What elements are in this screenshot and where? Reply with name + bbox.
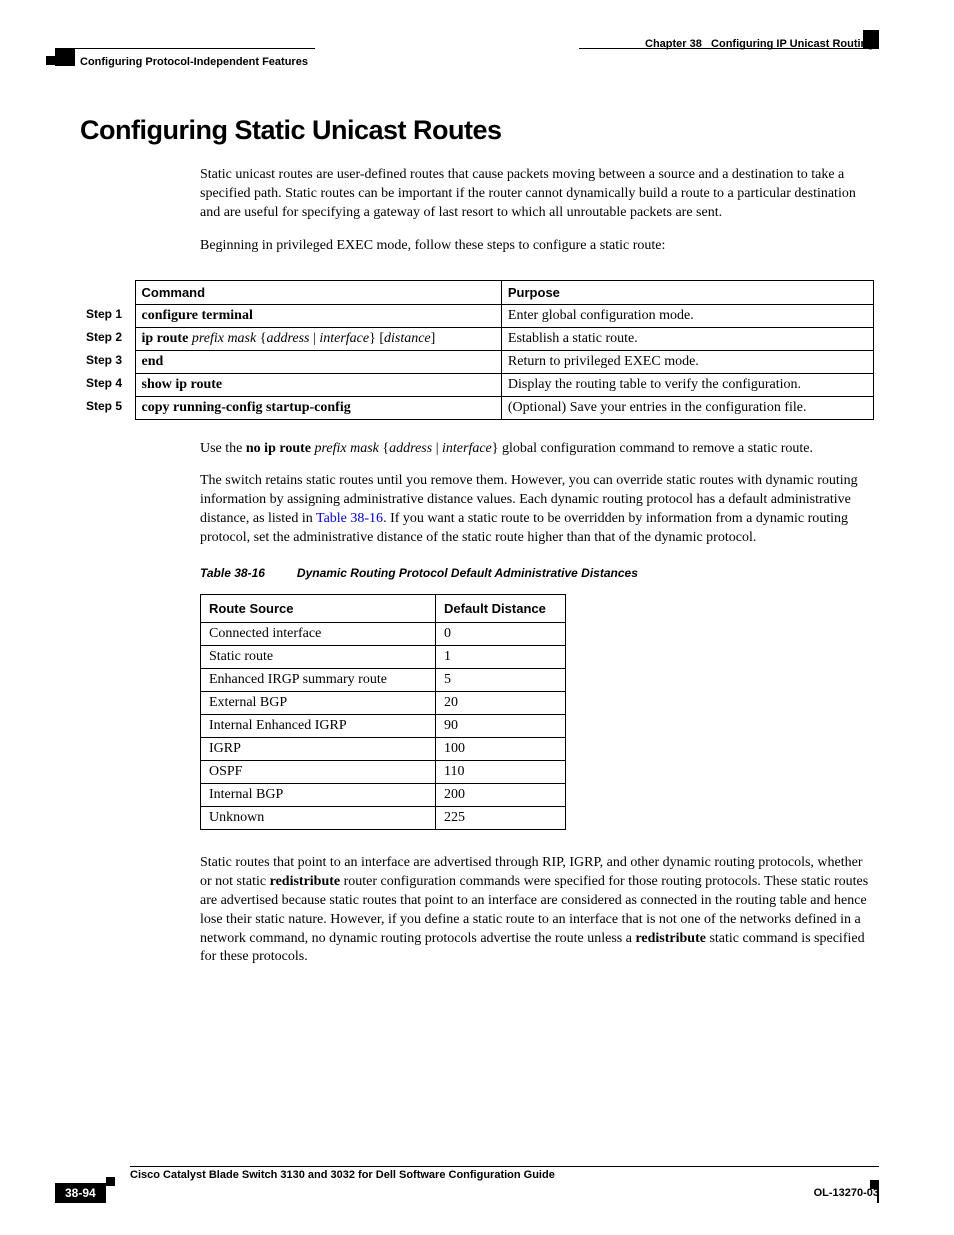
- header-line-left: [75, 48, 315, 49]
- table-row: IGRP100: [201, 738, 566, 761]
- header-section: Configuring Protocol-Independent Feature…: [80, 56, 308, 68]
- table-row: Step 2ip route prefix mask {address | in…: [80, 327, 874, 350]
- page-square-icon: [106, 1177, 115, 1186]
- table-row: Connected interface0: [201, 623, 566, 646]
- command-table-wrap: Command Purpose Step 1configure terminal…: [80, 280, 874, 420]
- command-table: Command Purpose Step 1configure terminal…: [80, 280, 874, 420]
- purpose-cell: (Optional) Save your entries in the conf…: [501, 396, 873, 419]
- route-source-cell: Enhanced IRGP summary route: [201, 669, 436, 692]
- distance-table: Route Source Default Distance Connected …: [200, 594, 566, 830]
- table-row: OSPF110: [201, 761, 566, 784]
- distance-cell: 100: [436, 738, 566, 761]
- route-source-cell: Internal BGP: [201, 784, 436, 807]
- table-row: Step 4show ip routeDisplay the routing t…: [80, 373, 874, 396]
- static-routes-paragraph: Static routes that point to an interface…: [200, 854, 874, 967]
- distance-cell: 225: [436, 807, 566, 830]
- intro-paragraph-1: Static unicast routes are user-defined r…: [200, 166, 874, 223]
- table-row: Step 5copy running-config startup-config…: [80, 396, 874, 419]
- footer-line: [130, 1166, 879, 1167]
- chapter-title: Configuring IP Unicast Routing: [711, 38, 874, 50]
- page-number: 38-94: [55, 1183, 106, 1203]
- command-cell: configure terminal: [135, 304, 501, 327]
- route-source-cell: IGRP: [201, 738, 436, 761]
- content: Configuring Static Unicast Routes Static…: [80, 115, 874, 981]
- chapter-label: Chapter 38: [645, 38, 702, 50]
- table-title: Dynamic Routing Protocol Default Adminis…: [297, 566, 638, 580]
- route-source-header: Route Source: [201, 595, 436, 623]
- purpose-cell: Return to privileged EXEC mode.: [501, 350, 873, 373]
- header-bar-left: [55, 48, 75, 66]
- command-cell: ip route prefix mask {address | interfac…: [135, 327, 501, 350]
- footer-guide-title: Cisco Catalyst Blade Switch 3130 and 303…: [130, 1169, 879, 1181]
- use-no-paragraph: Use the no ip route prefix mask {address…: [200, 440, 874, 459]
- page-title: Configuring Static Unicast Routes: [80, 115, 874, 146]
- distance-cell: 110: [436, 761, 566, 784]
- distance-cell: 90: [436, 715, 566, 738]
- route-source-cell: Connected interface: [201, 623, 436, 646]
- step-label: Step 5: [80, 396, 135, 419]
- route-source-cell: Unknown: [201, 807, 436, 830]
- command-cell: show ip route: [135, 373, 501, 396]
- step-label: Step 3: [80, 350, 135, 373]
- header-square-left: [46, 56, 55, 65]
- header-chapter: Chapter 38 Configuring IP Unicast Routin…: [645, 38, 874, 50]
- step-label: Step 4: [80, 373, 135, 396]
- distance-cell: 1: [436, 646, 566, 669]
- table-number: Table 38-16: [200, 566, 265, 580]
- table-link[interactable]: Table 38-16: [316, 511, 383, 526]
- route-source-cell: External BGP: [201, 692, 436, 715]
- distance-cell: 5: [436, 669, 566, 692]
- retain-paragraph: The switch retains static routes until y…: [200, 472, 874, 548]
- footer: Cisco Catalyst Blade Switch 3130 and 303…: [55, 1166, 879, 1203]
- default-distance-header: Default Distance: [436, 595, 566, 623]
- distance-cell: 200: [436, 784, 566, 807]
- command-cell: copy running-config startup-config: [135, 396, 501, 419]
- distance-cell: 20: [436, 692, 566, 715]
- table-row: Static route1: [201, 646, 566, 669]
- table-row: Internal BGP200: [201, 784, 566, 807]
- route-source-cell: Internal Enhanced IGRP: [201, 715, 436, 738]
- footer-right-square: [870, 1180, 879, 1189]
- table-row: Unknown225: [201, 807, 566, 830]
- command-header: Command: [135, 280, 501, 304]
- step-label: Step 2: [80, 327, 135, 350]
- command-cell: end: [135, 350, 501, 373]
- distance-cell: 0: [436, 623, 566, 646]
- purpose-cell: Enter global configuration mode.: [501, 304, 873, 327]
- purpose-header: Purpose: [501, 280, 873, 304]
- table-row: Step 1configure terminalEnter global con…: [80, 304, 874, 327]
- step-label: Step 1: [80, 304, 135, 327]
- table-row: Enhanced IRGP summary route5: [201, 669, 566, 692]
- table-row: Step 3endReturn to privileged EXEC mode.: [80, 350, 874, 373]
- route-source-cell: OSPF: [201, 761, 436, 784]
- table-caption: Table 38-16 Dynamic Routing Protocol Defa…: [200, 566, 874, 580]
- table-row: External BGP20: [201, 692, 566, 715]
- purpose-cell: Establish a static route.: [501, 327, 873, 350]
- footer-right-bar: [877, 1189, 879, 1203]
- table-row: Internal Enhanced IGRP90: [201, 715, 566, 738]
- purpose-cell: Display the routing table to verify the …: [501, 373, 873, 396]
- route-source-cell: Static route: [201, 646, 436, 669]
- intro-paragraph-2: Beginning in privileged EXEC mode, follo…: [200, 237, 874, 256]
